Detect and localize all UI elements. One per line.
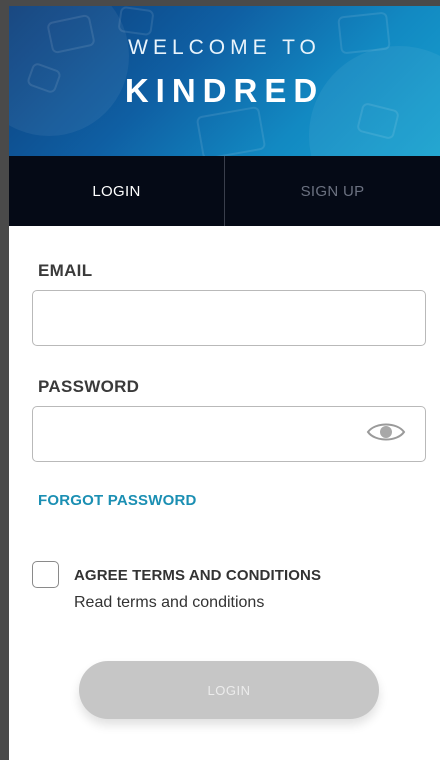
tab-sign-up[interactable]: SIGN UP xyxy=(225,156,440,226)
eye-icon[interactable] xyxy=(366,420,406,444)
agree-terms-label: AGREE TERMS AND CONDITIONS xyxy=(74,567,322,584)
hero-banner: WELCOME TO KINDRED xyxy=(9,6,440,156)
auth-tabs: LOGIN SIGN UP xyxy=(9,156,440,226)
tab-login[interactable]: LOGIN xyxy=(9,156,224,226)
login-screen: WELCOME TO KINDRED LOGIN SIGN UP EMAIL P… xyxy=(9,6,440,760)
hero-decoration xyxy=(195,105,267,156)
read-terms-link[interactable]: Read terms and conditions xyxy=(74,594,264,612)
password-label: PASSWORD xyxy=(38,377,140,396)
hero-decoration xyxy=(117,6,155,37)
welcome-text: WELCOME TO xyxy=(128,36,321,59)
agree-terms-checkbox[interactable] xyxy=(32,561,59,588)
email-field[interactable] xyxy=(32,290,426,346)
login-button[interactable]: LOGIN xyxy=(79,661,379,719)
forgot-password-link[interactable]: FORGOT PASSWORD xyxy=(38,492,197,509)
email-label: EMAIL xyxy=(38,261,93,280)
app-name: KINDRED xyxy=(124,72,325,109)
